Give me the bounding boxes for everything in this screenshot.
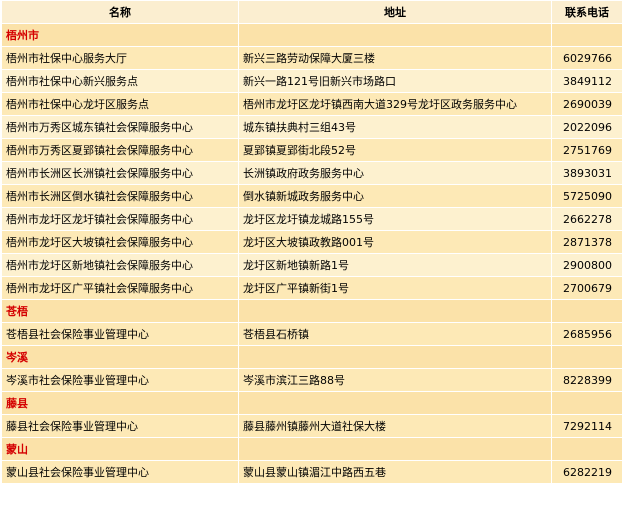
cell-phone: 2871378 <box>551 230 623 254</box>
cell-phone: 2685956 <box>551 322 623 346</box>
cell-name: 梧州市长洲区倒水镇社会保障服务中心 <box>1 184 239 208</box>
section-row: 藤县 <box>1 391 623 415</box>
cell-phone: 3893031 <box>551 161 623 185</box>
table-row: 梧州市社保中心服务大厅 新兴三路劳动保障大厦三楼 6029766 <box>1 46 623 70</box>
cell-name: 梧州市万秀区城东镇社会保障服务中心 <box>1 115 239 139</box>
table-row: 梧州市社保中心新兴服务点 新兴一路121号旧新兴市场路口 3849112 <box>1 69 623 93</box>
cell-address: 苍梧县石桥镇 <box>238 322 552 346</box>
cell-address: 梧州市龙圩区龙圩镇西南大道329号龙圩区政务服务中心 <box>238 92 552 116</box>
cell-address: 龙圩区新地镇新路1号 <box>238 253 552 277</box>
section-row: 岑溪 <box>1 345 623 369</box>
cell-phone: 6029766 <box>551 46 623 70</box>
section-blank-cell <box>238 437 552 461</box>
cell-name: 梧州市龙圩区龙圩镇社会保障服务中心 <box>1 207 239 231</box>
cell-address: 新兴一路121号旧新兴市场路口 <box>238 69 552 93</box>
cell-phone: 8228399 <box>551 368 623 392</box>
table-row: 梧州市长洲区长洲镇社会保障服务中心 长洲镇政府政务服务中心 3893031 <box>1 161 623 185</box>
cell-phone: 7292114 <box>551 414 623 438</box>
header-name: 名称 <box>1 0 239 24</box>
cell-address: 岑溪市滨江三路88号 <box>238 368 552 392</box>
table-row: 梧州市万秀区夏郢镇社会保障服务中心 夏郢镇夏郢街北段52号 2751769 <box>1 138 623 162</box>
cell-phone: 2700679 <box>551 276 623 300</box>
cell-name: 岑溪市社会保险事业管理中心 <box>1 368 239 392</box>
cell-address: 长洲镇政府政务服务中心 <box>238 161 552 185</box>
section-title: 梧州市 <box>1 23 239 47</box>
section-row: 蒙山 <box>1 437 623 461</box>
table-header-row: 名称 地址 联系电话 <box>1 0 623 24</box>
header-phone: 联系电话 <box>551 0 623 24</box>
table-row: 藤县社会保险事业管理中心 藤县藤州镇藤州大道社保大楼 7292114 <box>1 414 623 438</box>
section-blank-cell <box>238 391 552 415</box>
table-row: 岑溪市社会保险事业管理中心 岑溪市滨江三路88号 8228399 <box>1 368 623 392</box>
cell-phone: 5725090 <box>551 184 623 208</box>
cell-name: 梧州市万秀区夏郢镇社会保障服务中心 <box>1 138 239 162</box>
table-row: 梧州市龙圩区广平镇社会保障服务中心 龙圩区广平镇新街1号 2700679 <box>1 276 623 300</box>
cell-address: 新兴三路劳动保障大厦三楼 <box>238 46 552 70</box>
cell-name: 梧州市龙圩区大坡镇社会保障服务中心 <box>1 230 239 254</box>
table-row: 梧州市龙圩区新地镇社会保障服务中心 龙圩区新地镇新路1号 2900800 <box>1 253 623 277</box>
cell-name: 梧州市社保中心龙圩区服务点 <box>1 92 239 116</box>
cell-address: 龙圩区龙圩镇龙城路155号 <box>238 207 552 231</box>
table-row: 苍梧县社会保险事业管理中心 苍梧县石桥镇 2685956 <box>1 322 623 346</box>
cell-address: 藤县藤州镇藤州大道社保大楼 <box>238 414 552 438</box>
cell-address: 倒水镇新城政务服务中心 <box>238 184 552 208</box>
cell-name: 梧州市龙圩区新地镇社会保障服务中心 <box>1 253 239 277</box>
section-row: 梧州市 <box>1 23 623 47</box>
service-center-table: 名称 地址 联系电话 梧州市 梧州市社保中心服务大厅 新兴三路劳动保障大厦三楼 602… <box>1 0 623 484</box>
cell-name: 梧州市龙圩区广平镇社会保障服务中心 <box>1 276 239 300</box>
cell-address: 龙圩区大坡镇政教路001号 <box>238 230 552 254</box>
cell-phone: 3849112 <box>551 69 623 93</box>
cell-address: 蒙山县蒙山镇湄江中路西五巷 <box>238 460 552 484</box>
cell-phone: 2662278 <box>551 207 623 231</box>
section-blank-cell <box>238 299 552 323</box>
cell-name: 藤县社会保险事业管理中心 <box>1 414 239 438</box>
table-row: 梧州市龙圩区大坡镇社会保障服务中心 龙圩区大坡镇政教路001号 2871378 <box>1 230 623 254</box>
cell-phone: 2690039 <box>551 92 623 116</box>
header-address: 地址 <box>238 0 552 24</box>
table-row: 梧州市社保中心龙圩区服务点 梧州市龙圩区龙圩镇西南大道329号龙圩区政务服务中心 2… <box>1 92 623 116</box>
cell-phone: 6282219 <box>551 460 623 484</box>
cell-name: 梧州市社保中心服务大厅 <box>1 46 239 70</box>
table-row: 梧州市龙圩区龙圩镇社会保障服务中心 龙圩区龙圩镇龙城路155号 2662278 <box>1 207 623 231</box>
cell-address: 龙圩区广平镇新街1号 <box>238 276 552 300</box>
cell-name: 蒙山县社会保险事业管理中心 <box>1 460 239 484</box>
table-row: 梧州市万秀区城东镇社会保障服务中心 城东镇扶典村三组43号 2022096 <box>1 115 623 139</box>
cell-name: 梧州市社保中心新兴服务点 <box>1 69 239 93</box>
section-row: 苍梧 <box>1 299 623 323</box>
cell-address: 夏郢镇夏郢街北段52号 <box>238 138 552 162</box>
section-title: 苍梧 <box>1 299 239 323</box>
section-blank-cell <box>551 391 623 415</box>
cell-name: 梧州市长洲区长洲镇社会保障服务中心 <box>1 161 239 185</box>
cell-address: 城东镇扶典村三组43号 <box>238 115 552 139</box>
section-blank-cell <box>238 345 552 369</box>
cell-phone: 2751769 <box>551 138 623 162</box>
section-title: 蒙山 <box>1 437 239 461</box>
section-title: 岑溪 <box>1 345 239 369</box>
section-blank-cell <box>551 23 623 47</box>
cell-name: 苍梧县社会保险事业管理中心 <box>1 322 239 346</box>
section-blank-cell <box>551 345 623 369</box>
section-blank-cell <box>551 299 623 323</box>
table-body: 名称 地址 联系电话 梧州市 梧州市社保中心服务大厅 新兴三路劳动保障大厦三楼 602… <box>1 0 623 484</box>
cell-phone: 2900800 <box>551 253 623 277</box>
section-blank-cell <box>238 23 552 47</box>
cell-phone: 2022096 <box>551 115 623 139</box>
table-row: 梧州市长洲区倒水镇社会保障服务中心 倒水镇新城政务服务中心 5725090 <box>1 184 623 208</box>
table-row: 蒙山县社会保险事业管理中心 蒙山县蒙山镇湄江中路西五巷 6282219 <box>1 460 623 484</box>
section-title: 藤县 <box>1 391 239 415</box>
section-blank-cell <box>551 437 623 461</box>
